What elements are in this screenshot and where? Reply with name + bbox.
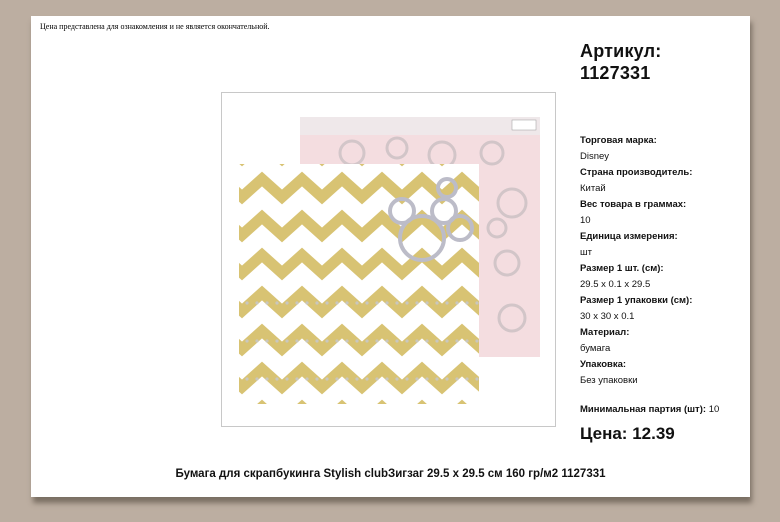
product-photo-frame — [221, 92, 556, 427]
barcode-icon — [511, 119, 537, 131]
article-number: 1127331 — [580, 63, 651, 83]
scrapbook-paper-image — [239, 117, 540, 404]
spec-label: Единица измерения: — [580, 231, 678, 242]
spec-label: Страна производитель: — [580, 167, 693, 178]
spec-value: 30 x 30 x 0.1 — [580, 311, 635, 322]
spec-label: Размер 1 шт. (см): — [580, 263, 664, 274]
spec-label: Размер 1 упаковки (см): — [580, 295, 693, 306]
price-value: 12.39 — [632, 424, 675, 443]
spec-item: Единица измерения: шт — [580, 229, 745, 261]
product-title: Бумага для скрапбукинга Stylish clubЗигз… — [175, 468, 606, 480]
price: Цена: 12.39 — [580, 424, 675, 444]
spec-value: Китай — [580, 183, 606, 194]
spec-label: Торговая марка: — [580, 135, 657, 146]
paper-label-strip — [300, 117, 540, 135]
price-disclaimer: Цена представлена для ознакомления и не … — [40, 22, 270, 31]
product-info-panel: Артикул: 1127331 Торговая марка: Disney … — [580, 40, 745, 443]
spec-value: 10 — [580, 215, 591, 226]
spec-value: 29.5 x 0.1 x 29.5 — [580, 279, 651, 290]
spec-value: бумага — [580, 343, 611, 354]
spec-item: Размер 1 упаковки (см): 30 x 30 x 0.1 — [580, 293, 745, 325]
spec-value: Без упаковки — [580, 375, 638, 386]
spec-value: Disney — [580, 151, 610, 162]
min-batch-value: 10 — [708, 404, 720, 415]
price-label: Цена: — [580, 424, 628, 443]
spec-item: Упаковка: Без упаковки — [580, 357, 745, 389]
article-label: Артикул: — [580, 41, 662, 61]
spec-label: Упаковка: — [580, 359, 627, 370]
spec-value: шт — [580, 247, 592, 258]
min-batch: Минимальная партия (шт): 10 — [580, 404, 719, 415]
spec-item: Торговая марка: Disney — [580, 133, 745, 165]
spec-item: Вес товара в граммах: 10 — [580, 197, 745, 229]
spec-list: Торговая марка: Disney Страна производит… — [580, 133, 745, 389]
chevron-dot-pattern — [239, 283, 479, 404]
spec-label: Вес товара в граммах: — [580, 199, 687, 210]
spec-item: Размер 1 шт. (см): 29.5 x 0.1 x 29.5 — [580, 261, 745, 293]
min-batch-label: Минимальная партия (шт): — [580, 404, 707, 415]
spec-item: Страна производитель: Китай — [580, 165, 745, 197]
product-sheet: Цена представлена для ознакомления и не … — [31, 16, 750, 497]
spec-item: Материал: бумага — [580, 325, 745, 357]
spec-label: Материал: — [580, 327, 630, 338]
